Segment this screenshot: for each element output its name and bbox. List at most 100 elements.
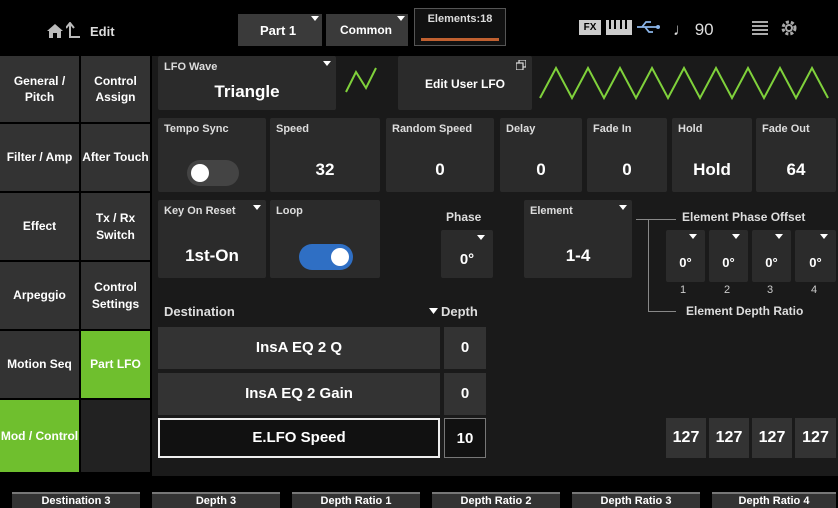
depth-ratio-4[interactable]: 127 — [795, 418, 836, 458]
popup-icon — [516, 60, 526, 70]
usb-icon — [637, 21, 660, 33]
elements-bar — [421, 38, 499, 41]
part-selector[interactable]: Part 1 — [238, 14, 322, 46]
home-icon[interactable] — [46, 23, 64, 39]
lfo-wave-label: LFO Wave — [164, 61, 218, 73]
fkey-destination-3[interactable]: Destination 3 — [12, 492, 140, 508]
phase-label: Phase — [446, 210, 482, 224]
element-number-3: 3 — [767, 284, 774, 296]
phase-offset-value: 0° — [722, 255, 735, 270]
elements-indicator[interactable]: Elements:18 — [414, 8, 506, 46]
phase-dropdown-icon — [477, 235, 485, 240]
common-dropdown-icon — [397, 16, 405, 21]
fkey-depth-ratio-3[interactable]: Depth Ratio 3 — [572, 492, 700, 508]
depth-ratio-3[interactable]: 127 — [752, 418, 792, 458]
fade-out-param[interactable]: Fade Out 64 — [756, 118, 836, 192]
tempo-sync-toggle[interactable] — [187, 160, 239, 186]
depth-cell-3[interactable]: 10 — [444, 418, 486, 458]
nav-filter-amp[interactable]: Filter / Amp — [0, 124, 79, 191]
sort-down-icon — [429, 308, 438, 314]
loop-label: Loop — [276, 205, 303, 217]
key-on-reset-value: 1st-On — [185, 246, 239, 265]
fade-in-param[interactable]: Fade In 0 — [587, 118, 667, 192]
grid-icon[interactable] — [752, 21, 768, 35]
element-param[interactable]: Element 1-4 — [524, 200, 632, 278]
tempo-sync-label: Tempo Sync — [164, 123, 229, 135]
nav-empty — [81, 400, 150, 472]
element-label: Element — [530, 205, 573, 217]
random-speed-value: 0 — [435, 160, 445, 179]
depth-cell-2[interactable]: 0 — [444, 373, 486, 415]
element-number-2: 2 — [724, 284, 731, 296]
destination-row-3-selected[interactable]: E.LFO Speed — [158, 418, 440, 458]
offset-line-left — [636, 219, 676, 220]
tempo-sync-param[interactable]: Tempo Sync — [158, 118, 266, 192]
triangle-wave-icon — [345, 67, 377, 93]
lfo-wave-value: Triangle — [214, 82, 280, 101]
common-selector[interactable]: Common — [326, 14, 408, 46]
depth-cell-1[interactable]: 0 — [444, 327, 486, 369]
nav-part-lfo[interactable]: Part LFO — [81, 331, 150, 398]
toggle-knob — [191, 164, 209, 182]
phase-offset-2[interactable]: 0° — [709, 230, 748, 282]
common-label: Common — [340, 23, 392, 37]
edit-user-lfo-label: Edit User LFO — [424, 77, 505, 91]
fkey-depth-ratio-2[interactable]: Depth Ratio 2 — [432, 492, 560, 508]
element-dropdown-icon — [619, 205, 627, 210]
destination-row-1[interactable]: InsA EQ 2 Q — [158, 327, 440, 369]
fx-badge: FX — [579, 20, 601, 35]
lfo-wave-selector[interactable]: LFO Wave Triangle — [158, 56, 336, 110]
delay-param[interactable]: Delay 0 — [500, 118, 582, 192]
nav-tx-rx-switch[interactable]: Tx / Rx Switch — [81, 193, 150, 260]
tempo-display[interactable]: ♩ 90 — [673, 20, 714, 40]
destination-header: Destination — [164, 304, 235, 319]
edit-user-lfo-button[interactable]: Edit User LFO — [398, 56, 532, 110]
nav-control-settings[interactable]: Control Settings — [81, 262, 150, 329]
phase-offset-1[interactable]: 0° — [666, 230, 705, 282]
nav-after-touch[interactable]: After Touch — [81, 124, 150, 191]
phase-param[interactable]: 0° — [441, 230, 493, 278]
nav-effect[interactable]: Effect — [0, 193, 79, 260]
up-arrow-icon[interactable] — [66, 22, 82, 40]
speed-param[interactable]: Speed 32 — [270, 118, 380, 192]
keyboard-icon — [606, 20, 632, 35]
loop-toggle[interactable] — [299, 244, 353, 270]
fkey-depth-ratio-1[interactable]: Depth Ratio 1 — [292, 492, 420, 508]
depth-ratio-1[interactable]: 127 — [666, 418, 706, 458]
fade-out-label: Fade Out — [762, 123, 810, 135]
key-on-reset-dropdown-icon — [253, 205, 261, 210]
destination-row-2[interactable]: InsA EQ 2 Gain — [158, 373, 440, 415]
element-depth-ratio-label: Element Depth Ratio — [686, 304, 804, 318]
top-bar: Edit Part 1 Common Elements:18 FX ♩ 90 — [0, 0, 838, 56]
loop-param[interactable]: Loop — [270, 200, 380, 278]
phase-offset-3[interactable]: 0° — [752, 230, 791, 282]
element-number-4: 4 — [811, 284, 818, 296]
nav-general-pitch[interactable]: General / Pitch — [0, 56, 79, 122]
hold-param[interactable]: Hold Hold — [672, 118, 752, 192]
phase-value: 0° — [459, 251, 475, 268]
nav-motion-seq[interactable]: Motion Seq — [0, 331, 79, 398]
fade-out-value: 64 — [786, 160, 806, 179]
element-phase-offset-label: Element Phase Offset — [682, 210, 806, 224]
random-speed-param[interactable]: Random Speed 0 — [386, 118, 494, 192]
gear-icon[interactable] — [780, 19, 798, 37]
phase-offset-value: 0° — [809, 255, 822, 270]
nav-arpeggio[interactable]: Arpeggio — [0, 262, 79, 329]
toggle-knob — [331, 248, 349, 266]
key-on-reset-param[interactable]: Key On Reset 1st-On — [158, 200, 266, 278]
key-on-reset-label: Key On Reset — [164, 205, 236, 217]
fkey-depth-ratio-4[interactable]: Depth Ratio 4 — [712, 492, 836, 508]
element-value: 1-4 — [565, 246, 591, 265]
element-number-1: 1 — [680, 284, 687, 296]
nav-mod-control[interactable]: Mod / Control — [0, 400, 79, 472]
fkey-depth-3[interactable]: Depth 3 — [152, 492, 280, 508]
speed-value: 32 — [315, 160, 335, 179]
phase-offset-dropdown-icon — [775, 234, 783, 239]
nav-control-assign[interactable]: Control Assign — [81, 56, 150, 122]
part-label: Part 1 — [260, 23, 297, 38]
phase-offset-4[interactable]: 0° — [795, 230, 836, 282]
depth-ratio-2[interactable]: 127 — [709, 418, 749, 458]
delay-label: Delay — [506, 123, 536, 135]
random-speed-label: Random Speed — [392, 123, 473, 135]
phase-offset-value: 0° — [765, 255, 778, 270]
